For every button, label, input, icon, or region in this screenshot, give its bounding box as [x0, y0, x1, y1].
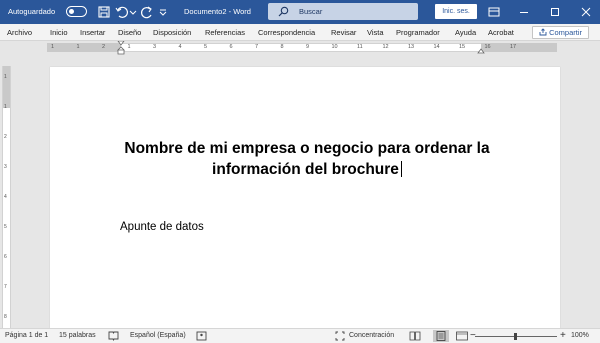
- page-count[interactable]: Página 1 de 1: [5, 332, 48, 339]
- ruler-tick-label: 6: [229, 44, 233, 50]
- zoom-slider-thumb[interactable]: [514, 333, 517, 340]
- autosave-toggle[interactable]: [66, 6, 87, 17]
- tab-correspondencia[interactable]: Correspondencia: [258, 28, 315, 37]
- focus-icon[interactable]: [335, 331, 345, 343]
- tab-diseno[interactable]: Diseño: [118, 28, 141, 37]
- tab-revisar[interactable]: Revisar: [331, 28, 356, 37]
- ruler-tick-label: 1: [76, 44, 80, 50]
- undo-dropdown-icon[interactable]: [129, 4, 137, 20]
- minimize-icon[interactable]: [516, 4, 532, 20]
- ruler-tick-label: 16: [484, 44, 491, 50]
- signin-button[interactable]: Inic. ses.: [435, 4, 477, 19]
- ruler-tick-label: 1: [51, 44, 55, 50]
- toggle-knob: [69, 9, 74, 14]
- tab-vista[interactable]: Vista: [367, 28, 384, 37]
- vertical-ruler-ticks: 1 1 2 3 4 5 6 7 8: [3, 66, 10, 328]
- word-count[interactable]: 15 palabras: [59, 332, 96, 339]
- ruler-tick-label: 8: [280, 44, 284, 50]
- maximize-icon[interactable]: [547, 4, 563, 20]
- search-box[interactable]: Buscar: [268, 3, 418, 20]
- tab-inicio[interactable]: Inicio: [50, 28, 68, 37]
- tab-programador[interactable]: Programador: [396, 28, 440, 37]
- vertical-ruler-tick-label: 8: [4, 314, 7, 320]
- document-title: Documento2 - Word: [184, 7, 251, 16]
- right-indent-marker-icon[interactable]: [477, 48, 485, 54]
- horizontal-ruler[interactable]: 1 1 2 1 3 4 5 6 7 8 9 10 11 12 13 14 15 16 17: [0, 41, 600, 55]
- ruler-tick-label: 14: [433, 44, 440, 50]
- ruler-tick-label: 5: [204, 44, 208, 50]
- save-icon[interactable]: [96, 4, 112, 20]
- tab-insertar[interactable]: Insertar: [80, 28, 105, 37]
- ruler-tick-label: 11: [357, 44, 363, 50]
- search-placeholder: Buscar: [299, 7, 323, 16]
- autosave-label: Autoguardado: [8, 7, 56, 16]
- heading-text: Nombre de mi empresa o negocio para orde…: [124, 140, 490, 178]
- tab-referencias[interactable]: Referencias: [205, 28, 245, 37]
- vertical-ruler-tick-label: 3: [4, 164, 7, 170]
- share-label: Compartir: [549, 28, 583, 37]
- ribbon-display-icon[interactable]: [486, 4, 502, 20]
- tab-disposicion[interactable]: Disposición: [153, 28, 191, 37]
- ruler-tick-label: 13: [408, 44, 415, 50]
- tab-archivo[interactable]: Archivo: [7, 28, 32, 37]
- accessibility-icon[interactable]: [196, 331, 207, 343]
- document-body-text[interactable]: Apunte de datos: [120, 221, 204, 233]
- tab-ayuda[interactable]: Ayuda: [455, 28, 476, 37]
- status-bar: Página 1 de 1 15 palabras Español (Españ…: [0, 328, 600, 343]
- language-indicator[interactable]: Español (España): [130, 332, 186, 339]
- ruler-tick-label: 1: [127, 44, 131, 50]
- web-layout-icon[interactable]: [454, 330, 470, 342]
- vertical-ruler-tick-label: 1: [4, 74, 7, 80]
- ruler-tick-label: 10: [331, 44, 338, 50]
- search-icon: [278, 6, 289, 19]
- share-icon: [539, 28, 547, 36]
- vertical-ruler-tick-label: 4: [4, 194, 7, 200]
- ruler-tick-label: 3: [153, 44, 157, 50]
- tab-acrobat[interactable]: Acrobat: [488, 28, 514, 37]
- ruler-tick-label: 9: [306, 44, 310, 50]
- vertical-ruler-tick-label: 2: [4, 134, 7, 140]
- ruler-tick-label: 4: [178, 44, 182, 50]
- document-canvas: Nombre de mi empresa o negocio para orde…: [12, 55, 600, 328]
- customize-toolbar-icon[interactable]: [158, 4, 168, 20]
- vertical-ruler[interactable]: 1 1 2 3 4 5 6 7 8: [2, 66, 11, 328]
- vertical-ruler-tick-label: 7: [4, 284, 7, 290]
- document-page[interactable]: Nombre de mi empresa o negocio para orde…: [50, 67, 560, 328]
- vertical-ruler-tick-label: 6: [4, 254, 7, 260]
- zoom-in-button[interactable]: +: [560, 330, 566, 341]
- title-bar: Autoguardado Documento2 - Word Buscar In…: [0, 0, 600, 24]
- focus-mode-label[interactable]: Concentración: [349, 332, 394, 339]
- ruler-tick-label: 17: [510, 44, 517, 50]
- read-mode-icon[interactable]: [407, 330, 423, 342]
- share-button[interactable]: Compartir: [532, 26, 590, 39]
- redo-icon[interactable]: [139, 4, 155, 20]
- zoom-level[interactable]: 100%: [571, 332, 589, 339]
- undo-icon[interactable]: [114, 4, 130, 20]
- proofing-icon[interactable]: [108, 331, 119, 343]
- vertical-ruler-tick-label: 1: [4, 104, 7, 110]
- text-cursor: [400, 161, 402, 177]
- document-heading[interactable]: Nombre de mi empresa o negocio para orde…: [116, 138, 498, 180]
- ruler-tick-label: 15: [459, 44, 466, 50]
- print-layout-icon[interactable]: [433, 330, 449, 342]
- close-icon[interactable]: [578, 4, 594, 20]
- ruler-tick-label: 12: [382, 44, 389, 50]
- indent-marker-icon[interactable]: [117, 41, 125, 55]
- vertical-ruler-tick-label: 5: [4, 224, 7, 230]
- ruler-tick-label: 2: [102, 44, 106, 50]
- ruler-tick-label: 7: [255, 44, 259, 50]
- ribbon-tabs: Archivo Inicio Insertar Diseño Disposici…: [0, 24, 600, 41]
